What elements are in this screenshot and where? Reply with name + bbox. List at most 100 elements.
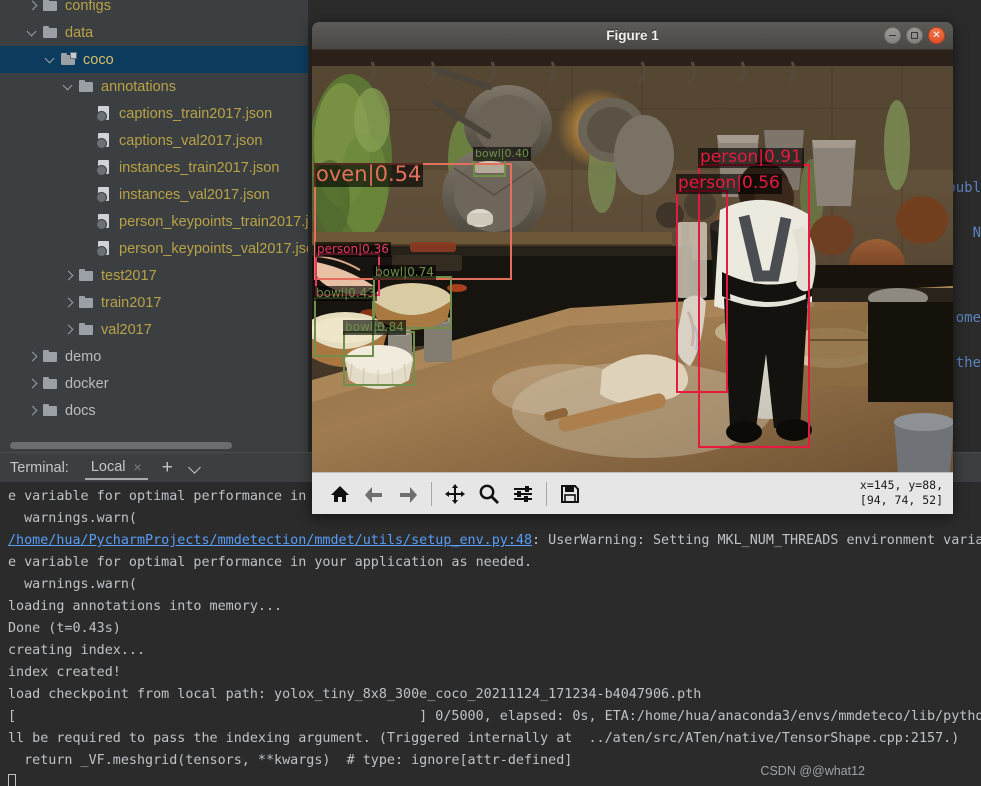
detection-box-person-7 (676, 190, 728, 393)
tree-item-label: train2017 (101, 294, 162, 311)
tree-item-configs[interactable]: configs (0, 0, 308, 19)
tree-horizontal-scrollbar[interactable] (10, 442, 232, 449)
folder-icon (42, 348, 59, 365)
detection-label-person-6: person|0.91 (698, 147, 804, 168)
tree-item-label: instances_val2017.json (119, 186, 270, 203)
project-tree-rows[interactable]: configs data coco annotations captions_train… (0, 0, 308, 424)
minimize-button[interactable] (884, 27, 901, 44)
folder-icon (42, 24, 59, 41)
terminal-cursor (8, 774, 16, 786)
folder-icon (78, 321, 95, 338)
tree-item-captions-val2017-json[interactable]: captions_val2017.json (0, 127, 308, 154)
tree-item-person-keypoints-train2017-json[interactable]: person_keypoints_train2017.json (0, 208, 308, 235)
chevron-right-icon[interactable] (26, 404, 40, 418)
toolbar-divider (431, 481, 432, 506)
chevron-down-icon[interactable] (62, 80, 76, 94)
no-chevron (80, 215, 94, 229)
detection-label-oven-0: oven|0.54 (314, 162, 424, 187)
tree-item-instances-val2017-json[interactable]: instances_val2017.json (0, 181, 308, 208)
zoom-magnifier-icon[interactable] (473, 478, 505, 510)
json-file-icon (96, 240, 113, 257)
tree-item-val2017[interactable]: val2017 (0, 316, 308, 343)
folder-icon (42, 375, 59, 392)
json-file-icon (96, 105, 113, 122)
cursor-coordinates: x=145, y=88, [94, 74, 52] (860, 478, 943, 508)
chevron-right-icon[interactable] (26, 377, 40, 391)
no-chevron (80, 134, 94, 148)
chevron-down-icon[interactable] (44, 53, 58, 67)
terminal-tab-local[interactable]: Local × (84, 455, 148, 480)
folder-icon (78, 78, 95, 95)
close-button[interactable]: ✕ (928, 27, 945, 44)
add-terminal-button[interactable]: + (162, 458, 173, 477)
json-file-icon (96, 213, 113, 230)
tree-item-label: val2017 (101, 321, 152, 338)
no-chevron (80, 242, 94, 256)
terminal-line-text: : UserWarning: Setting MKL_NUM_THREADS e… (532, 533, 981, 548)
terminal-line: creating index... (8, 643, 146, 658)
detection-label-bowl-5: bowl|0.84 (343, 320, 406, 335)
terminal-line: warnings.warn( (8, 577, 137, 592)
chevron-right-icon[interactable] (62, 269, 76, 283)
tree-item-test2017[interactable]: test2017 (0, 262, 308, 289)
detection-label-bowl-3: bowl|0.43 (314, 286, 377, 301)
tree-item-label: captions_train2017.json (119, 105, 273, 122)
chevron-right-icon[interactable] (26, 350, 40, 364)
chevron-right-icon[interactable] (62, 296, 76, 310)
chevron-right-icon[interactable] (62, 323, 76, 337)
toolbar-divider (546, 481, 547, 506)
back-arrow-icon[interactable] (358, 478, 390, 510)
tree-item-label: docker (65, 375, 109, 392)
tree-item-label: demo (65, 348, 102, 365)
home-icon[interactable] (324, 478, 356, 510)
tree-item-docs[interactable]: docs (0, 397, 308, 424)
figure-titlebar[interactable]: Figure 1 ✕ (312, 22, 953, 50)
maximize-button[interactable] (906, 27, 923, 44)
figure-toolbar[interactable]: x=145, y=88, [94, 74, 52] (312, 472, 953, 514)
terminal-file-link[interactable]: /home/hua/PycharmProjects/mmdetection/mm… (8, 533, 532, 548)
editor-ghost-line: N (972, 225, 981, 241)
no-chevron (80, 188, 94, 202)
tree-item-label: captions_val2017.json (119, 132, 263, 149)
tree-item-label: instances_train2017.json (119, 159, 280, 176)
detection-label-bowl-4: bowl|0.74 (373, 265, 436, 280)
tree-item-train2017[interactable]: train2017 (0, 289, 308, 316)
coords-line-2: [94, 74, 52] (859, 493, 943, 507)
tree-item-docker[interactable]: docker (0, 370, 308, 397)
detection-box-bowl-5 (343, 331, 415, 386)
close-icon[interactable]: × (134, 459, 142, 475)
tree-item-label: coco (83, 51, 114, 68)
editor-ghost-line: ome (955, 310, 981, 326)
tree-item-label: data (65, 24, 94, 41)
terminal-line: ll be required to pass the indexing argu… (8, 731, 960, 746)
no-chevron (80, 107, 94, 121)
window-controls[interactable]: ✕ (884, 27, 945, 44)
terminal-line: load checkpoint from local path: yolox_t… (8, 687, 702, 702)
folder-icon (42, 0, 59, 14)
folder-icon (78, 267, 95, 284)
save-floppy-icon[interactable] (554, 478, 586, 510)
chevron-down-icon[interactable] (189, 462, 201, 474)
figure-canvas[interactable]: oven|0.54 bowl|0.40 person|0.36 bowl|0.43 bo… (312, 50, 953, 472)
configure-subplots-icon[interactable] (507, 478, 539, 510)
terminal-output[interactable]: e variable for optimal performance in yo… (0, 482, 981, 786)
tree-item-demo[interactable]: demo (0, 343, 308, 370)
detection-overlay: oven|0.54 bowl|0.40 person|0.36 bowl|0.43 bo… (312, 50, 953, 472)
chevron-right-icon[interactable] (26, 0, 40, 13)
tree-item-person-keypoints-val2017-json[interactable]: person_keypoints_val2017.json (0, 235, 308, 262)
tree-item-annotations[interactable]: annotations (0, 73, 308, 100)
forward-arrow-icon[interactable] (392, 478, 424, 510)
tree-item-coco[interactable]: coco (0, 46, 308, 73)
pan-move-icon[interactable] (439, 478, 471, 510)
terminal-line: index created! (8, 665, 121, 680)
terminal-line: loading annotations into memory... (8, 599, 283, 614)
terminal-line: e variable for optimal performance in yo… (8, 555, 533, 570)
chevron-down-icon[interactable] (26, 26, 40, 40)
figure-window[interactable]: Figure 1 ✕ oven|0.54 bowl|0.40 person|0.… (312, 22, 953, 514)
tree-item-captions-train2017-json[interactable]: captions_train2017.json (0, 100, 308, 127)
folder-icon (78, 294, 95, 311)
project-tree-panel[interactable]: configs data coco annotations captions_train… (0, 0, 308, 452)
tree-item-instances-train2017-json[interactable]: instances_train2017.json (0, 154, 308, 181)
tree-item-label: docs (65, 402, 96, 419)
tree-item-data[interactable]: data (0, 19, 308, 46)
